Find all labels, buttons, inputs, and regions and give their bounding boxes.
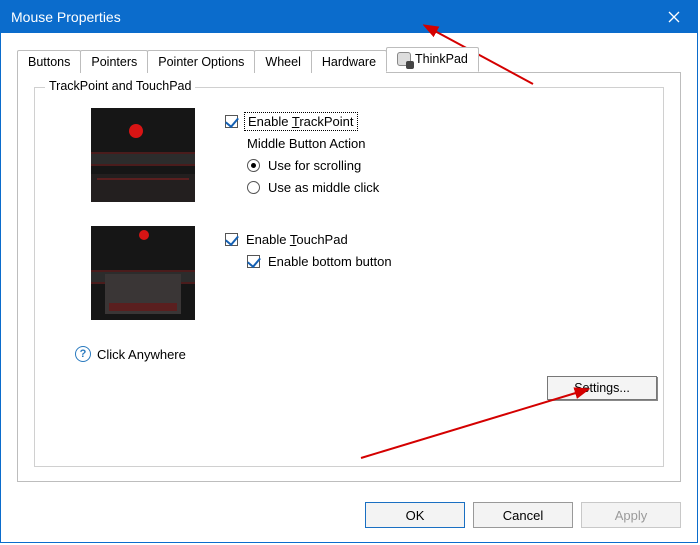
trackpoint-preview — [91, 108, 195, 202]
trackpoint-options: Enable TrackPoint Middle Button Action U… — [225, 108, 379, 198]
ok-button[interactable]: OK — [365, 502, 465, 528]
close-icon — [668, 11, 680, 23]
trackpoint-touchpad-group: TrackPoint and TouchPad Enable TrackPoin… — [34, 87, 664, 467]
mouse-properties-dialog: Mouse Properties Buttons Pointers Pointe… — [0, 0, 698, 543]
tab-buttons[interactable]: Buttons — [17, 50, 81, 73]
close-button[interactable] — [651, 1, 697, 33]
enable-bottom-button-row: Enable bottom button — [247, 250, 392, 272]
trackpoint-nub-icon — [129, 124, 143, 138]
touchpad-nub-icon — [139, 230, 149, 240]
click-anywhere-label: Click Anywhere — [97, 347, 186, 362]
dialog-button-bar: OK Cancel Apply — [1, 492, 697, 542]
tab-hardware[interactable]: Hardware — [311, 50, 387, 73]
touchpad-options: Enable TouchPad Enable bottom button — [225, 226, 392, 272]
middle-button-action-label: Middle Button Action — [247, 132, 379, 154]
enable-touchpad-label: Enable TouchPad — [246, 232, 348, 247]
window-title: Mouse Properties — [11, 9, 121, 25]
touchpad-row: Enable TouchPad Enable bottom button — [47, 226, 651, 320]
trackpad-icon — [397, 52, 411, 66]
trackpoint-row: Enable TrackPoint Middle Button Action U… — [47, 108, 651, 202]
tab-thinkpad-label: ThinkPad — [415, 52, 468, 66]
enable-bottom-button-checkbox[interactable] — [247, 255, 260, 268]
touchpad-preview — [91, 226, 195, 320]
dialog-content: Buttons Pointers Pointer Options Wheel H… — [1, 33, 697, 492]
radio-scrolling-row: Use for scrolling — [247, 154, 379, 176]
enable-touchpad-row: Enable TouchPad — [225, 228, 392, 250]
enable-touchpad-checkbox[interactable] — [225, 233, 238, 246]
tab-pointers[interactable]: Pointers — [80, 50, 148, 73]
cancel-button[interactable]: Cancel — [473, 502, 573, 528]
click-anywhere-row: ? Click Anywhere — [75, 346, 651, 362]
enable-bottom-button-label: Enable bottom button — [268, 254, 392, 269]
radio-use-as-middle-click-label: Use as middle click — [268, 180, 379, 195]
tab-strip: Buttons Pointers Pointer Options Wheel H… — [17, 47, 681, 72]
radio-middle-click-row: Use as middle click — [247, 176, 379, 198]
enable-trackpoint-label: Enable TrackPoint — [246, 114, 356, 129]
enable-trackpoint-row: Enable TrackPoint — [225, 110, 379, 132]
apply-button: Apply — [581, 502, 681, 528]
help-icon[interactable]: ? — [75, 346, 91, 362]
radio-use-as-middle-click[interactable] — [247, 181, 260, 194]
tab-thinkpad[interactable]: ThinkPad — [386, 47, 479, 72]
group-legend: TrackPoint and TouchPad — [45, 79, 195, 93]
enable-trackpoint-checkbox[interactable] — [225, 115, 238, 128]
tab-body: TrackPoint and TouchPad Enable TrackPoin… — [17, 72, 681, 482]
settings-button[interactable]: Settings... — [547, 376, 657, 400]
radio-use-for-scrolling[interactable] — [247, 159, 260, 172]
tab-pointer-options[interactable]: Pointer Options — [147, 50, 255, 73]
tab-wheel[interactable]: Wheel — [254, 50, 311, 73]
titlebar: Mouse Properties — [1, 1, 697, 33]
radio-use-for-scrolling-label: Use for scrolling — [268, 158, 361, 173]
